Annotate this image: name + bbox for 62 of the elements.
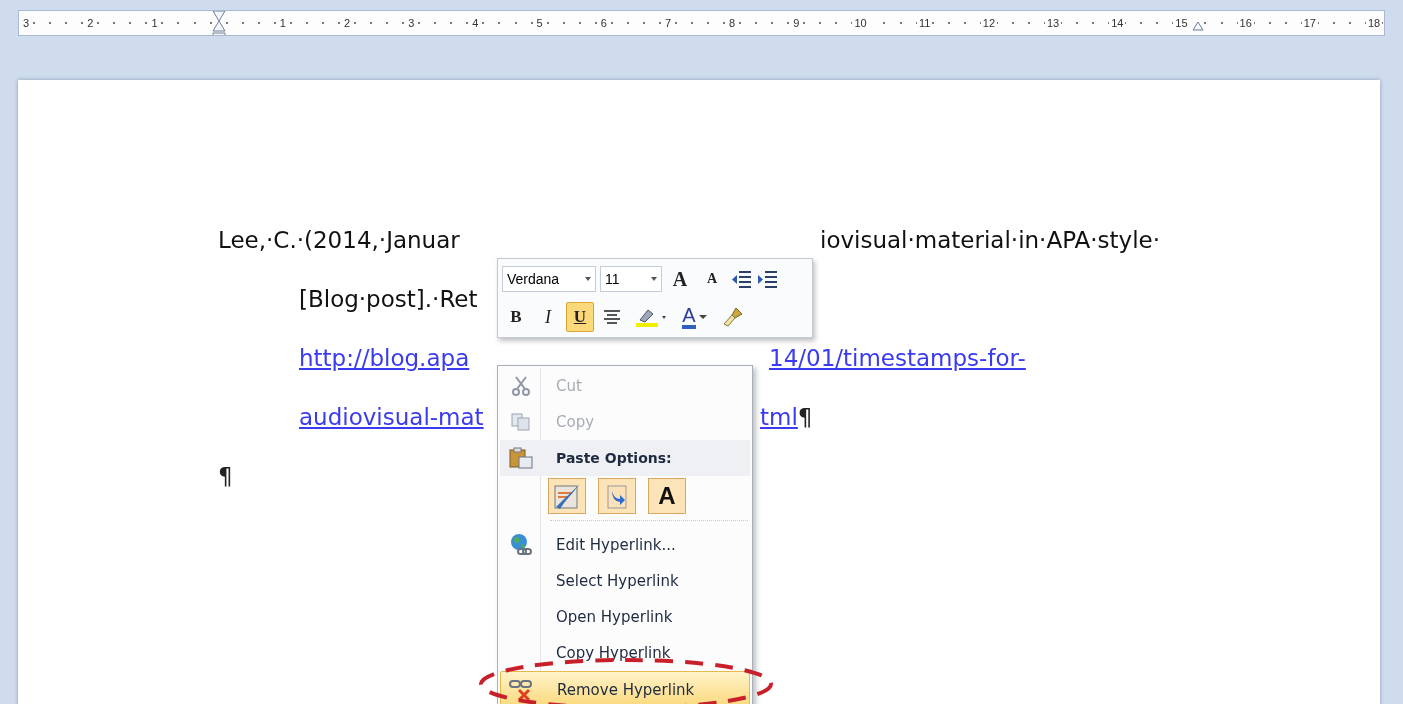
ruler-number: 5 (534, 17, 545, 29)
ruler-number: 16 (1237, 17, 1254, 29)
clipboard-brush-icon (552, 481, 582, 511)
menu-item[interactable]: Edit Hyperlink... (500, 527, 750, 563)
ruler-number: 3 (406, 17, 417, 29)
merge-formatting-button[interactable] (598, 478, 636, 514)
hyperlink-text[interactable]: tml¶ (760, 405, 813, 429)
menu-section-header: Paste Options: (500, 440, 750, 476)
menu-item[interactable]: Copy Hyperlink (500, 635, 750, 671)
font-dropdown[interactable]: Verdana (502, 266, 596, 292)
remove-link-icon (509, 679, 535, 701)
menu-item[interactable]: Open Hyperlink (500, 599, 750, 635)
ruler-number: 2 (85, 17, 96, 29)
caret-icon (651, 277, 657, 281)
ruler-number: 2 (341, 17, 353, 29)
ruler-number: 17 (1301, 17, 1318, 29)
ruler-number: 8 (727, 17, 738, 29)
globe-link-icon (509, 533, 533, 557)
ruler-number: 12 (980, 17, 998, 29)
paragraph-mark: ¶ (218, 464, 233, 488)
ruler-number: 14 (1109, 17, 1126, 29)
indent-marker-icon[interactable] (211, 11, 226, 35)
copy-icon (511, 413, 531, 431)
ruler-number: 7 (662, 17, 674, 29)
ruler-number: 1 (277, 17, 288, 29)
underline-button[interactable]: U (566, 302, 594, 332)
reference-text: [Blog·post].·Ret (299, 287, 478, 311)
reference-text: iovisual·material·in·APA·style· (820, 228, 1161, 252)
grow-font-button[interactable]: A (666, 264, 694, 294)
right-indent-marker-icon[interactable] (1191, 21, 1204, 31)
decrease-indent-icon[interactable] (730, 269, 752, 289)
ruler-number: 4 (470, 17, 481, 29)
ruler-number: 9 (791, 17, 802, 29)
hyperlink-text[interactable]: audiovisual-mat (299, 405, 484, 429)
menu-item[interactable]: Select Hyperlink (500, 563, 750, 599)
font-size-dropdown[interactable]: 11 (600, 266, 662, 292)
clipboard-icon (509, 447, 533, 469)
ruler-number: 10 (852, 17, 869, 29)
ruler-number: 1 (149, 17, 160, 29)
caret-icon (585, 277, 591, 281)
ruler-number: 6 (598, 17, 609, 29)
ruler-number: 15 (1173, 17, 1190, 29)
increase-indent-icon[interactable] (756, 269, 778, 289)
hyperlink-text[interactable]: http://blog.apa (299, 346, 470, 370)
keep-text-only-button[interactable]: A (648, 478, 686, 514)
ruler-number: 18 (1365, 17, 1383, 29)
center-align-icon (603, 309, 621, 325)
menu-item[interactable]: Remove Hyperlink (500, 671, 750, 704)
paragraph-mark: ¶ (797, 405, 813, 429)
bold-button[interactable]: B (502, 302, 530, 332)
ruler-number: 13 (1044, 17, 1062, 29)
italic-button[interactable]: I (534, 302, 562, 332)
scissors-icon (512, 376, 530, 396)
ruler-number: 11 (917, 17, 933, 29)
keep-formatting-button[interactable] (548, 478, 586, 514)
shrink-font-button[interactable]: A (698, 264, 726, 294)
reference-text: Lee,·C.·(2014,·Januar (218, 228, 460, 252)
caret-icon (697, 314, 708, 320)
font-color-button[interactable]: A (676, 302, 714, 332)
ruler-number: 3 (21, 17, 32, 29)
paintbrush-icon (722, 306, 744, 328)
hyperlink-text[interactable]: 14/01/timestamps-for- (769, 346, 1026, 370)
